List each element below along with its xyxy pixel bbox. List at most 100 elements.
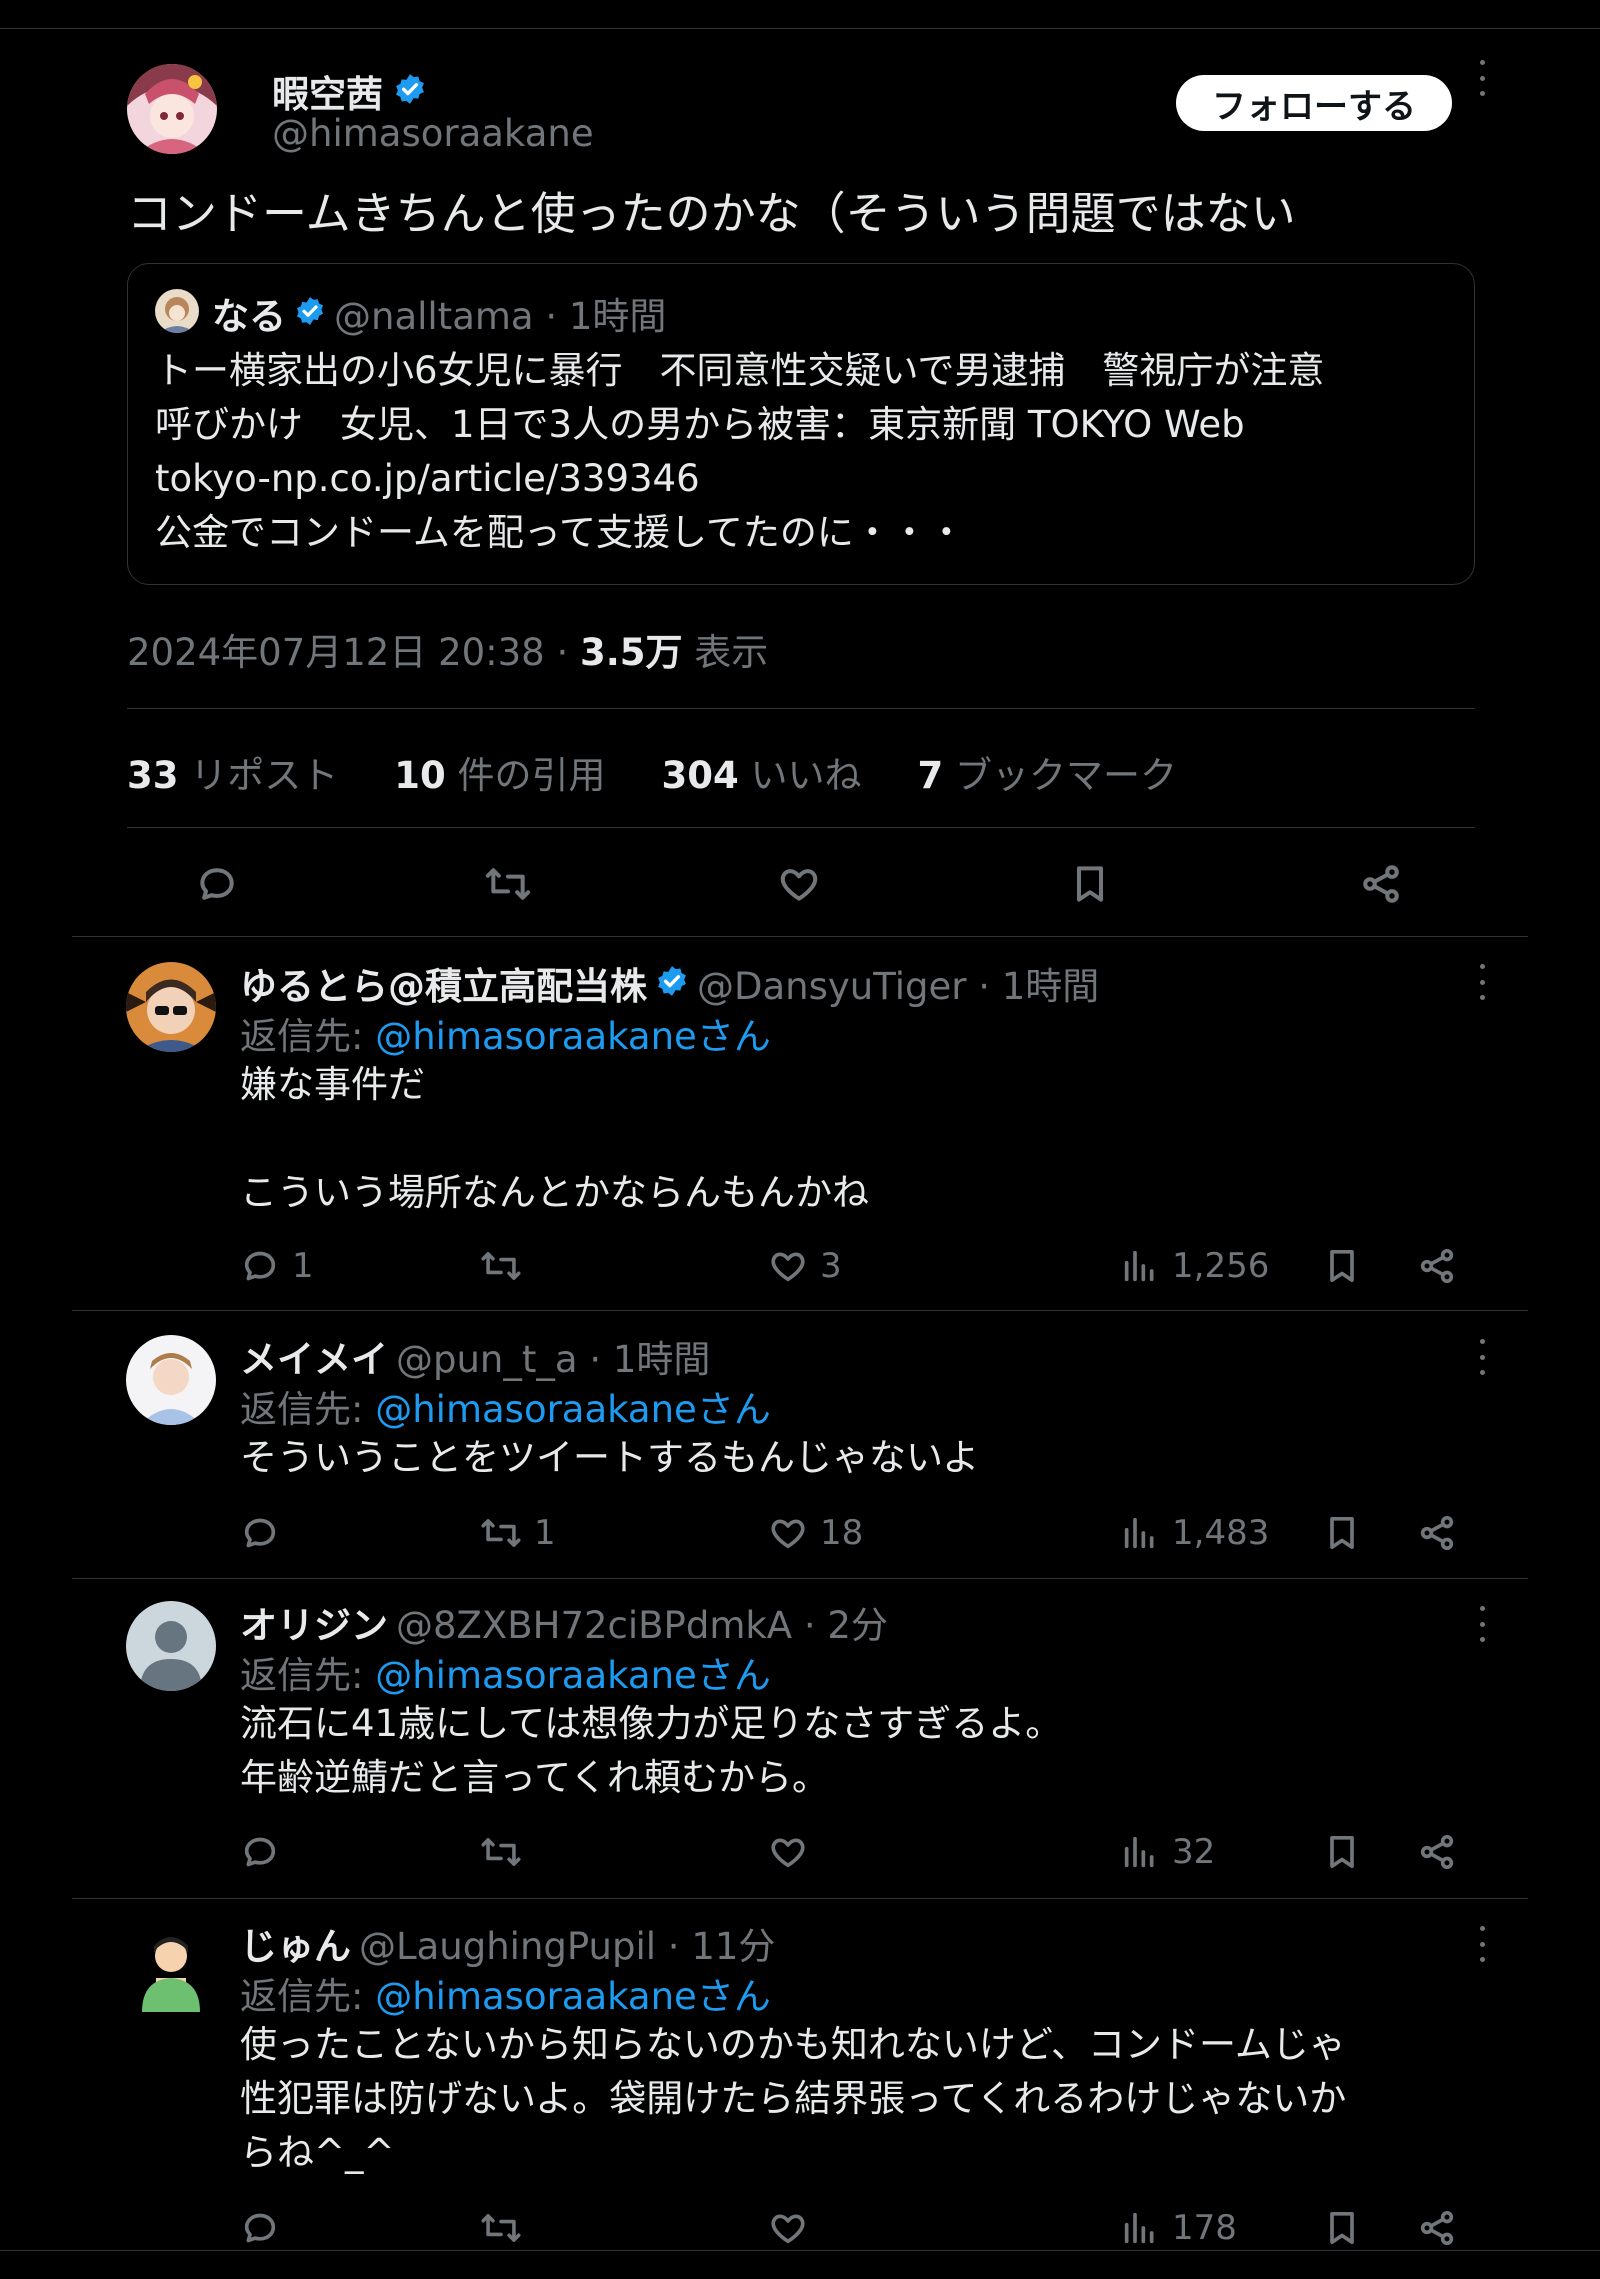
stat-count: 7 bbox=[917, 754, 944, 797]
divider bbox=[72, 1898, 1528, 1899]
reply-text: そういうことをツイートするもんじゃないよ bbox=[240, 1436, 980, 1479]
share-icon[interactable] bbox=[1417, 1246, 1457, 1286]
reply-text: 使ったことないから知らないのかも知れないけど、コンドームじゃ 性犯罪は防げないよ… bbox=[240, 2023, 1347, 2174]
more-options-icon[interactable] bbox=[1477, 1926, 1487, 1962]
repost-button[interactable] bbox=[480, 1832, 534, 1872]
verified-badge-icon bbox=[655, 964, 689, 1002]
reply-meta: @8ZXBH72ciBPdmkA · 2分 bbox=[396, 1604, 888, 1647]
stat-count: 10 bbox=[394, 754, 446, 797]
stat-count: 304 bbox=[661, 754, 739, 797]
views-button[interactable]: 1,483 bbox=[1120, 1513, 1269, 1553]
reply-icon[interactable] bbox=[187, 854, 247, 914]
quoted-link[interactable]: tokyo-np.co.jp/article/339346 bbox=[155, 452, 1324, 506]
replying-to-handle[interactable]: @himasoraakaneさん bbox=[375, 1975, 771, 2018]
default-avatar[interactable] bbox=[126, 1601, 216, 1691]
replying-to-label: 返信先: bbox=[240, 1388, 376, 1431]
divider bbox=[72, 1578, 1528, 1579]
view-count: 1,483 bbox=[1172, 1513, 1270, 1553]
reply-button[interactable] bbox=[240, 1832, 292, 1872]
stat-label: 件の引用 bbox=[445, 754, 606, 797]
main-action-bar bbox=[127, 854, 1475, 934]
reply-author-name[interactable]: ゆるとら@積立高配当株 bbox=[240, 956, 647, 1010]
replying-to-handle[interactable]: @himasoraakaneさん bbox=[375, 1654, 771, 1697]
bookmark-icon[interactable] bbox=[1322, 1513, 1362, 1553]
reply-author-name[interactable]: オリジン bbox=[240, 1595, 388, 1649]
repost-button[interactable] bbox=[480, 2208, 534, 2248]
more-options-icon[interactable] bbox=[1477, 60, 1487, 96]
author-avatar[interactable] bbox=[127, 64, 217, 154]
share-icon[interactable] bbox=[1351, 854, 1411, 914]
quoted-tweet[interactable]: なる @nalltama · 1時間 トー横家出の小6女児に暴行 不同意性交疑い… bbox=[127, 263, 1475, 585]
replying-to: 返信先: @himasoraakaneさん bbox=[240, 1379, 771, 1433]
reply-action-bar: 1 3 1,256 bbox=[240, 1246, 1470, 1296]
author-name-row: 暇空茜 bbox=[272, 64, 427, 118]
reply-button[interactable]: 1 bbox=[240, 1246, 314, 1286]
bookmark-icon[interactable] bbox=[1322, 2208, 1362, 2248]
views-button[interactable]: 178 bbox=[1120, 2208, 1237, 2248]
top-divider bbox=[0, 28, 1600, 29]
bookmarks-stat[interactable]: 7 ブックマーク bbox=[918, 745, 1178, 799]
reply-button[interactable] bbox=[240, 2208, 292, 2248]
repost-icon[interactable] bbox=[478, 854, 538, 914]
like-button[interactable] bbox=[768, 2208, 820, 2248]
reply-button[interactable] bbox=[240, 1513, 292, 1553]
reply-meta: @LaughingPupil · 11分 bbox=[359, 1925, 776, 1968]
bookmark-icon[interactable] bbox=[1322, 1832, 1362, 1872]
replying-to: 返信先: @himasoraakaneさん bbox=[240, 1645, 771, 1699]
like-button[interactable]: 3 bbox=[768, 1246, 842, 1286]
divider bbox=[72, 1310, 1528, 1311]
replying-to-label: 返信先: bbox=[240, 1015, 376, 1058]
tweet-text: コンドームきちんと使ったのかな（そういう問題ではない bbox=[127, 187, 1296, 240]
views-button[interactable]: 1,256 bbox=[1120, 1246, 1269, 1286]
quoted-author-name[interactable]: なる bbox=[212, 286, 286, 340]
stat-label: いいね bbox=[738, 754, 862, 797]
bookmark-icon[interactable] bbox=[1322, 1246, 1362, 1286]
reposts-stat[interactable]: 33 リポスト bbox=[127, 745, 338, 799]
stat-label: ブックマーク bbox=[943, 754, 1178, 797]
replying-to-handle[interactable]: @himasoraakaneさん bbox=[375, 1388, 771, 1431]
like-button[interactable]: 18 bbox=[768, 1513, 863, 1553]
like-count: 18 bbox=[820, 1513, 864, 1553]
replying-to: 返信先: @himasoraakaneさん bbox=[240, 1006, 771, 1060]
repost-button[interactable]: 1 bbox=[480, 1513, 556, 1553]
reply-author-name[interactable]: メイメイ bbox=[240, 1329, 388, 1383]
repost-count: 1 bbox=[534, 1513, 556, 1553]
reply-action-bar: 32 bbox=[240, 1832, 1470, 1882]
likes-stat[interactable]: 304 いいね bbox=[662, 745, 862, 799]
quoted-line: 呼びかけ 女児、1日で3人の男から被害：東京新聞 TOKYO Web bbox=[155, 403, 1245, 446]
repost-button[interactable] bbox=[480, 1246, 534, 1286]
like-icon[interactable] bbox=[769, 854, 829, 914]
divider bbox=[72, 936, 1528, 937]
share-icon[interactable] bbox=[1417, 1832, 1457, 1872]
reply-avatar[interactable] bbox=[126, 962, 216, 1052]
views-button[interactable]: 32 bbox=[1120, 1832, 1215, 1872]
reply-author-row: じゅん @LaughingPupil · 11分 bbox=[240, 1916, 775, 1970]
reply-author-name[interactable]: じゅん bbox=[240, 1916, 351, 1970]
bookmark-icon[interactable] bbox=[1060, 854, 1120, 914]
replying-to-label: 返信先: bbox=[240, 1654, 376, 1697]
verified-badge-icon bbox=[393, 72, 427, 110]
reply-author-row: ゆるとら@積立高配当株 @DansyuTiger · 1時間 bbox=[240, 956, 1099, 1010]
replying-to: 返信先: @himasoraakaneさん bbox=[240, 1966, 771, 2020]
replying-to-handle[interactable]: @himasoraakaneさん bbox=[375, 1015, 771, 1058]
reply-avatar[interactable] bbox=[126, 1922, 216, 2012]
more-options-icon[interactable] bbox=[1477, 1606, 1487, 1642]
more-options-icon[interactable] bbox=[1477, 964, 1487, 1000]
share-icon[interactable] bbox=[1417, 1513, 1457, 1553]
quoted-line: 公金でコンドームを配って支援してたのに・・・ bbox=[155, 511, 965, 554]
like-button[interactable] bbox=[768, 1832, 820, 1872]
follow-button[interactable]: フォローする bbox=[1176, 75, 1452, 131]
main-tweet-header: 暇空茜 @himasoraakane フォローする bbox=[127, 60, 1485, 172]
stat-label: リポスト bbox=[178, 754, 339, 797]
author-handle[interactable]: @himasoraakane bbox=[272, 112, 594, 155]
reply-author-row: メイメイ @pun_t_a · 1時間 bbox=[240, 1329, 710, 1383]
more-options-icon[interactable] bbox=[1477, 1339, 1487, 1375]
quoted-author-avatar[interactable] bbox=[155, 289, 199, 333]
timestamp[interactable]: 2024年07月12日 20:38 · bbox=[127, 631, 580, 674]
reply-avatar[interactable] bbox=[126, 1335, 216, 1425]
reply-meta: @DansyuTiger · 1時間 bbox=[697, 965, 1100, 1008]
share-icon[interactable] bbox=[1417, 2208, 1457, 2248]
author-name[interactable]: 暇空茜 bbox=[272, 64, 383, 118]
quotes-stat[interactable]: 10 件の引用 bbox=[394, 745, 605, 799]
quoted-author-meta: @nalltama · 1時間 bbox=[334, 295, 667, 338]
